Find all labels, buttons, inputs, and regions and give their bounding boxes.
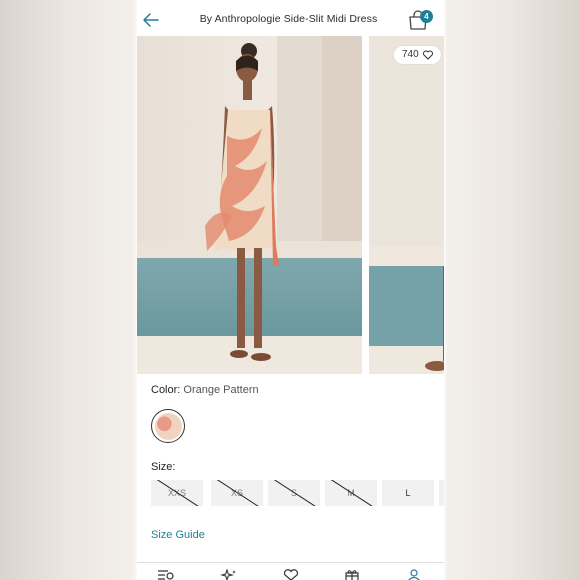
size-option-s[interactable]: S	[268, 480, 320, 506]
size-option-l[interactable]: L	[382, 480, 434, 506]
size-option-m[interactable]: M	[325, 480, 377, 506]
top-bar: By Anthropologie Side-Slit Midi Dress 4	[137, 0, 444, 40]
unavailable-slash	[151, 480, 203, 506]
arrow-left-icon[interactable]	[142, 11, 160, 29]
product-image-main[interactable]	[137, 36, 362, 374]
color-selection-label: Color: Orange Pattern	[151, 384, 259, 396]
unavailable-slash	[268, 480, 320, 506]
app-screen: By Anthropologie Side-Slit Midi Dress 4	[137, 0, 444, 580]
page-title: By Anthropologie Side-Slit Midi Dress	[199, 13, 378, 25]
gift-icon[interactable]	[343, 569, 361, 580]
size-option-xl[interactable]: XL	[439, 480, 444, 506]
product-image-secondary[interactable]: 740	[369, 36, 444, 374]
sparkle-icon[interactable]	[220, 569, 238, 580]
unavailable-slash	[439, 480, 444, 506]
size-label: Size:	[151, 461, 176, 473]
unavailable-slash	[325, 480, 377, 506]
size-option-label: L	[405, 488, 411, 498]
heart-icon[interactable]	[282, 569, 300, 580]
size-guide-link[interactable]: Size Guide	[151, 529, 205, 541]
cart-count-badge: 4	[420, 10, 433, 23]
size-options: XXS XS S M L XL	[151, 480, 444, 506]
size-option-xxs[interactable]: XXS	[151, 480, 203, 506]
feed-icon[interactable]	[157, 569, 175, 580]
heart-outline-icon[interactable]	[422, 50, 433, 60]
color-swatch-fill	[154, 412, 182, 440]
product-image-gallery[interactable]: 740	[137, 36, 444, 374]
color-value: Orange Pattern	[183, 384, 259, 396]
unavailable-slash	[211, 480, 263, 506]
color-label: Color:	[151, 384, 181, 396]
color-swatch-orange-pattern[interactable]	[151, 409, 185, 443]
likes-count: 740	[402, 49, 419, 60]
size-option-xs[interactable]: XS	[211, 480, 263, 506]
bottom-tab-bar	[137, 562, 444, 580]
likes-counter[interactable]: 740	[394, 46, 441, 64]
profile-icon[interactable]	[405, 569, 423, 580]
